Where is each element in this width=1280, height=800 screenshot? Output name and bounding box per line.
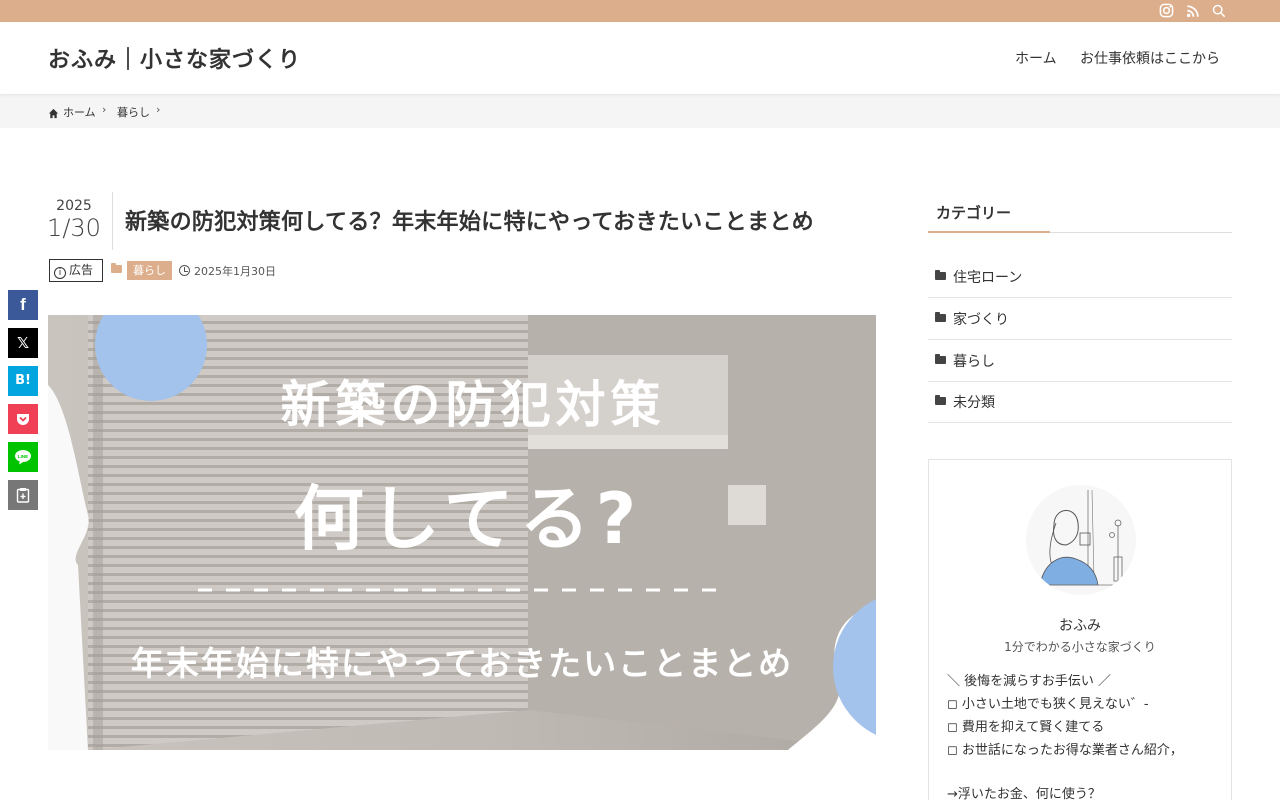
eyecatch-heading-line1: 新築の防犯対策	[280, 376, 666, 434]
profile-text-line: ◻ 費用を抑えて賢く建てる	[947, 720, 1105, 735]
ad-label: 広告	[69, 263, 94, 277]
widget-title-categories: カテゴリー	[936, 204, 1012, 222]
ad-badge: i 広告	[49, 259, 103, 282]
published-date: 2025年1月30日	[194, 265, 276, 278]
eyecatch-image: 新築の防犯対策 何してる? 年末年始に特にやっておきたいことまとめ	[48, 315, 876, 750]
clock-icon	[179, 265, 190, 276]
profile-text-line: →浮いたお金、何に使う？	[947, 787, 1101, 800]
profile-text-line: ＼ 後悔を減らすお手伝い ／	[947, 674, 1112, 689]
search-icon[interactable]	[1212, 3, 1228, 19]
home-icon	[48, 104, 59, 123]
share-line-button[interactable]: LINE	[8, 442, 38, 472]
profile-name: おふみ	[1059, 618, 1101, 634]
breadcrumb-home[interactable]: ホーム	[63, 104, 96, 120]
chevron-right-icon: ›	[156, 103, 161, 116]
share-hatena-button[interactable]: B!	[8, 366, 38, 396]
profile-text-line: ◻ お世話になったお得な業者さん紹介，	[947, 743, 1183, 758]
category-item[interactable]: 住宅ローン	[928, 256, 1232, 298]
nav-contact[interactable]: お仕事依頼はここから	[1080, 48, 1220, 68]
category-badge[interactable]: 暮らし	[127, 261, 172, 280]
site-title[interactable]: おふみ｜小さな家づくり	[48, 42, 301, 74]
eyecatch-heading-line2: 何してる?	[293, 478, 643, 560]
category-item[interactable]: 家づくり	[928, 298, 1232, 340]
share-facebook-button[interactable]: f	[8, 290, 38, 320]
category-item[interactable]: 暮らし	[928, 340, 1232, 382]
post-date-year: 2025	[56, 198, 92, 214]
folder-icon	[111, 263, 122, 273]
instagram-icon[interactable]	[1159, 3, 1175, 19]
line-logo-text: LINE	[18, 454, 28, 459]
info-icon: i	[54, 267, 66, 279]
profile-text-line: ◻ 小さい土地でも狭く見えない゛-	[947, 697, 1149, 712]
avatar	[1026, 485, 1136, 595]
breadcrumb-category[interactable]: 暮らし	[117, 104, 150, 120]
rss-icon[interactable]	[1186, 3, 1202, 19]
share-copy-button[interactable]	[8, 480, 38, 510]
profile-widget: おふみ 1分でわかる小さな家づくり ＼ 後悔を減らすお手伝い ／ ◻ 小さい土地…	[928, 459, 1232, 800]
share-pocket-button[interactable]	[8, 404, 38, 434]
eyecatch-subheading: 年末年始に特にやっておきたいことまとめ	[130, 644, 794, 683]
divider	[112, 192, 113, 250]
divider-accent	[928, 231, 1050, 233]
nav-home[interactable]: ホーム	[1015, 48, 1057, 68]
folder-icon	[935, 270, 946, 280]
category-item[interactable]: 未分類	[928, 381, 1232, 423]
category-label: 暮らし	[953, 354, 995, 370]
category-label: 住宅ローン	[953, 270, 1023, 286]
top-bar	[0, 0, 1280, 22]
site-header: おふみ｜小さな家づくり ホーム お仕事依頼はここから	[0, 22, 1280, 94]
folder-icon	[935, 312, 946, 322]
profile-tagline: 1分でわかる小さな家づくり	[1004, 640, 1156, 654]
folder-icon	[935, 354, 946, 364]
post-title: 新築の防犯対策何してる？年末年始に特にやっておきたいことまとめ	[125, 210, 814, 235]
chevron-right-icon: ›	[102, 103, 107, 116]
folder-icon	[935, 395, 946, 405]
category-label: 未分類	[953, 395, 995, 411]
share-x-button[interactable]: 𝕏	[8, 328, 38, 358]
breadcrumb: ホーム › 暮らし ›	[0, 94, 1280, 128]
post-date-day: 1/30	[47, 214, 101, 242]
category-label: 家づくり	[953, 312, 1009, 328]
